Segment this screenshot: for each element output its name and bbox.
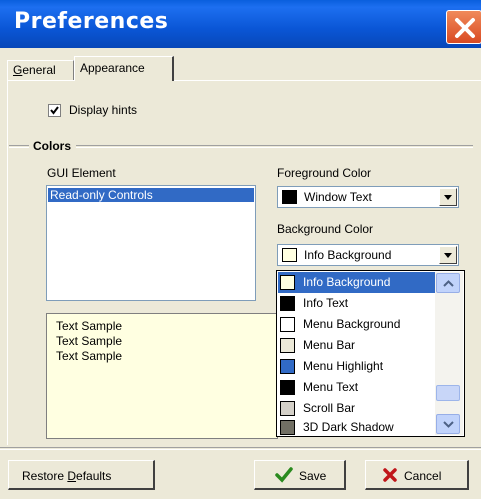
color-swatch — [280, 380, 295, 395]
scroll-down-button[interactable] — [436, 414, 460, 434]
cancel-label: Cancel — [404, 469, 442, 483]
color-swatch — [280, 359, 295, 374]
dropdown-option-scroll-bar[interactable]: Scroll Bar — [278, 398, 435, 419]
option-label: Menu Highlight — [303, 359, 384, 373]
dropdown-option-menu-bar[interactable]: Menu Bar — [278, 335, 435, 356]
chevron-down-icon — [444, 253, 452, 258]
background-color-value: Info Background — [304, 248, 392, 262]
group-divider-left — [9, 145, 29, 148]
background-color-label: Background Color — [277, 222, 374, 236]
save-label: Save — [299, 469, 327, 483]
color-swatch — [280, 338, 295, 353]
foreground-swatch — [282, 190, 297, 204]
foreground-dropdown-button[interactable] — [439, 188, 457, 206]
x-icon — [383, 468, 397, 482]
title-bar: Preferences — [0, 0, 481, 48]
background-color-dropdown-list[interactable]: Info Background Info Text Menu Backgroun… — [276, 270, 465, 437]
option-label: Scroll Bar — [303, 401, 356, 415]
option-label: Menu Text — [303, 380, 359, 394]
background-color-select[interactable]: Info Background — [277, 244, 459, 266]
dropdown-option-menu-highlight[interactable]: Menu Highlight — [278, 356, 435, 377]
save-button[interactable]: Save — [254, 460, 346, 490]
foreground-color-label: Foreground Color — [277, 166, 372, 180]
dropdown-option-info-text[interactable]: Info Text — [278, 293, 435, 314]
background-dropdown-button[interactable] — [439, 246, 457, 264]
option-label: 3D Dark Shadow — [303, 420, 394, 434]
close-icon — [455, 18, 475, 38]
option-label: Menu Bar — [303, 338, 356, 352]
colors-group-title: Colors — [33, 139, 72, 153]
background-swatch — [282, 248, 297, 262]
footer-divider — [0, 447, 481, 450]
tab-general-label: eneral — [22, 63, 56, 77]
display-hints-checkbox[interactable] — [48, 104, 61, 117]
color-swatch — [280, 317, 295, 332]
group-divider-right — [76, 145, 473, 148]
color-swatch — [280, 420, 295, 435]
restore-defaults-button[interactable]: Restore Defaults — [8, 460, 155, 490]
dropdown-option-info-background[interactable]: Info Background — [278, 272, 435, 293]
dropdown-option-menu-background[interactable]: Menu Background — [278, 314, 435, 335]
dropdown-scrollbar[interactable] — [435, 272, 463, 435]
dropdown-option-3d-dark-shadow[interactable]: 3D Dark Shadow — [278, 417, 435, 436]
option-label: Info Background — [303, 275, 391, 289]
chevron-up-icon — [443, 280, 454, 287]
restore-defaults-label: Restore Defaults — [22, 469, 112, 483]
tab-appearance[interactable]: Appearance — [74, 56, 174, 81]
checkmark-icon — [50, 106, 59, 115]
gui-element-list[interactable]: Read-only Controls — [46, 185, 256, 301]
close-button[interactable] — [446, 10, 481, 44]
option-label: Menu Background — [303, 317, 401, 331]
dropdown-option-menu-text[interactable]: Menu Text — [278, 377, 435, 398]
option-label: Info Text — [303, 296, 349, 310]
scroll-up-button[interactable] — [436, 273, 460, 293]
sample-line: Text Sample — [56, 319, 123, 333]
scroll-thumb[interactable] — [436, 385, 460, 401]
checkmark-icon — [275, 467, 293, 483]
chevron-down-icon — [443, 421, 454, 428]
display-hints-label: Display hints — [69, 103, 138, 117]
foreground-color-value: Window Text — [304, 190, 372, 204]
foreground-color-select[interactable]: Window Text — [277, 186, 459, 208]
cancel-button[interactable]: Cancel — [365, 460, 469, 490]
color-swatch — [280, 275, 295, 290]
list-item[interactable]: Read-only Controls — [48, 188, 254, 202]
sample-line: Text Sample — [56, 349, 123, 363]
tab-general[interactable]: General — [7, 60, 74, 80]
chevron-down-icon — [444, 195, 452, 200]
color-swatch — [280, 296, 295, 311]
window-title: Preferences — [14, 9, 169, 34]
text-sample-preview: Text Sample Text Sample Text Sample — [46, 313, 278, 439]
tab-appearance-label: Appearance — [80, 61, 145, 75]
sample-line: Text Sample — [56, 334, 123, 348]
color-swatch — [280, 401, 295, 416]
gui-element-label: GUI Element — [47, 166, 116, 180]
